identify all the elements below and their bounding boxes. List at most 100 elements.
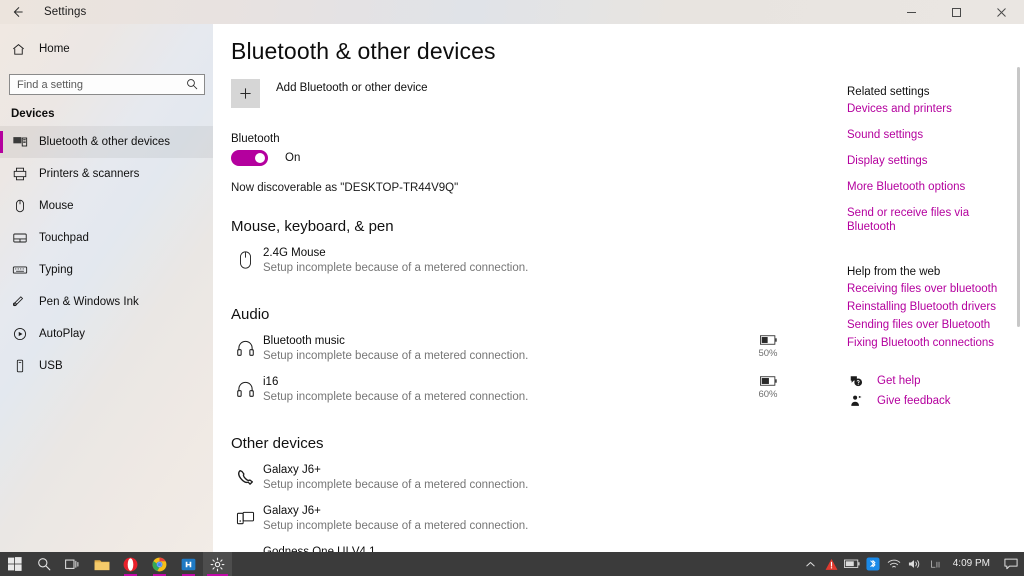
bluetooth-toggle[interactable] [231, 150, 268, 166]
sidebar-item-pen-windows-ink[interactable]: Pen & Windows Ink [0, 286, 213, 318]
add-device-button[interactable]: Add Bluetooth or other device [231, 79, 791, 108]
bluetooth-devices-icon [11, 133, 29, 151]
device-row[interactable]: 2.4G Mouse Setup incomplete because of a… [231, 241, 791, 282]
taskbar-clock[interactable]: 4:09 PM [947, 552, 998, 576]
notification-center-icon[interactable] [998, 552, 1024, 576]
device-row[interactable]: Godness One UI V4.1 Setup incomplete bec… [231, 540, 791, 552]
help-link-reinstalling-drivers[interactable]: Reinstalling Bluetooth drivers [847, 300, 1017, 314]
device-text: Galaxy J6+ Setup incomplete because of a… [263, 504, 791, 534]
wifi-icon[interactable] [884, 552, 905, 576]
sidebar-item-mouse[interactable]: Mouse [0, 190, 213, 222]
input-language-icon[interactable] [926, 552, 947, 576]
task-view-icon[interactable] [58, 552, 87, 576]
bluetooth-toggle-state: On [285, 152, 301, 164]
discoverable-text: Now discoverable as "DESKTOP-TR44V9Q" [231, 182, 459, 194]
battery-icon [759, 376, 777, 386]
sidebar-item-typing[interactable]: Typing [0, 254, 213, 286]
section-heading: Mouse, keyboard, & pen [231, 218, 394, 235]
sidebar-item-label: Pen & Windows Ink [39, 296, 139, 308]
help-question-icon [847, 374, 865, 388]
get-help-label: Get help [877, 375, 921, 387]
related-link-send-receive-files[interactable]: Send or receive files via Bluetooth [847, 206, 1017, 234]
help-link-receiving-files[interactable]: Receiving files over bluetooth [847, 282, 1017, 296]
maximize-button[interactable] [934, 0, 979, 24]
sidebar: Home Devices [0, 24, 213, 576]
device-row[interactable]: Bluetooth music Setup incomplete because… [231, 329, 791, 370]
device-text: Galaxy J6+ Setup incomplete because of a… [263, 463, 791, 493]
related-link-display-settings[interactable]: Display settings [847, 154, 1017, 168]
sidebar-item-label: Typing [39, 264, 73, 276]
device-row[interactable]: Galaxy J6+ Setup incomplete because of a… [231, 458, 791, 499]
close-button[interactable] [979, 0, 1024, 24]
headphones-icon [231, 376, 259, 402]
bluetooth-section-label: Bluetooth [231, 133, 280, 145]
battery-indicator: 60% [745, 376, 791, 400]
usb-icon [11, 357, 29, 375]
help-link-sending-files[interactable]: Sending files over Bluetooth [847, 318, 1017, 332]
device-row[interactable]: Galaxy J6+ Setup incomplete because of a… [231, 499, 791, 540]
sidebar-home-label: Home [39, 43, 70, 55]
sidebar-item-label: Bluetooth & other devices [39, 136, 171, 148]
speaker-icon[interactable] [905, 552, 926, 576]
main-content: Bluetooth & other devices Add Bluetooth … [213, 24, 1024, 552]
printer-icon [11, 165, 29, 183]
folder-icon[interactable] [87, 552, 116, 576]
mouse-icon [231, 247, 259, 273]
search-container [0, 63, 213, 95]
device-status: Setup incomplete because of a metered co… [263, 520, 529, 532]
battery-icon [759, 335, 777, 345]
related-link-more-bluetooth-options[interactable]: More Bluetooth options [847, 180, 1017, 194]
get-help-button[interactable]: Get help [847, 374, 1017, 388]
pen-icon [11, 293, 29, 311]
battery-indicator: 50% [745, 335, 791, 359]
sidebar-item-home[interactable]: Home [0, 35, 213, 63]
help-link-fixing-connections[interactable]: Fixing Bluetooth connections [847, 336, 1017, 350]
device-name: Godness One UI V4.1 [263, 546, 376, 552]
minimize-button[interactable] [889, 0, 934, 24]
sidebar-item-touchpad[interactable]: Touchpad [0, 222, 213, 254]
device-text: i16 Setup incomplete because of a metere… [263, 375, 745, 405]
device-status: Setup incomplete because of a metered co… [263, 262, 529, 274]
bluetooth-toggle-row: On [231, 150, 791, 166]
sidebar-item-label: USB [39, 360, 63, 372]
chevron-up-icon[interactable] [800, 552, 821, 576]
page-title: Bluetooth & other devices [231, 38, 496, 64]
search-icon[interactable] [29, 552, 58, 576]
bluetooth-icon[interactable] [863, 552, 884, 576]
help-from-web-heading: Help from the web [847, 266, 941, 278]
scrollbar-thumb[interactable] [1017, 67, 1020, 327]
give-feedback-label: Give feedback [877, 395, 951, 407]
back-arrow-icon[interactable] [0, 0, 34, 24]
sidebar-item-usb[interactable]: USB [0, 350, 213, 382]
search-box[interactable] [9, 74, 205, 95]
sidebar-item-autoplay[interactable]: AutoPlay [0, 318, 213, 350]
related-settings-panel: Related settings Devices and printers So… [847, 86, 1017, 414]
search-input[interactable] [10, 75, 204, 94]
device-row[interactable]: i16 Setup incomplete because of a metere… [231, 370, 791, 411]
gear-icon[interactable] [203, 552, 232, 576]
battery-icon[interactable] [842, 552, 863, 576]
device-text: 2.4G Mouse Setup incomplete because of a… [263, 246, 791, 276]
sidebar-item-printers-scanners[interactable]: Printers & scanners [0, 158, 213, 190]
related-link-devices-and-printers[interactable]: Devices and printers [847, 102, 1017, 116]
device-name: Galaxy J6+ [263, 464, 321, 476]
keyboard-icon [11, 261, 29, 279]
give-feedback-button[interactable]: Give feedback [847, 394, 1017, 408]
phone-handset-icon [231, 464, 259, 490]
window-title: Settings [44, 6, 87, 18]
system-tray: 4:09 PM [800, 552, 1024, 576]
warning-triangle-icon[interactable] [821, 552, 842, 576]
home-icon [11, 42, 33, 57]
autoplay-icon [11, 325, 29, 343]
section-heading: Audio [231, 306, 270, 323]
app-icon[interactable] [174, 552, 203, 576]
related-link-sound-settings[interactable]: Sound settings [847, 128, 1017, 142]
sidebar-item-bluetooth-other-devices[interactable]: Bluetooth & other devices [0, 126, 213, 158]
start-button[interactable] [0, 552, 29, 576]
vertical-scrollbar[interactable] [1013, 24, 1024, 552]
search-icon[interactable] [185, 77, 198, 90]
phone-link-icon [231, 505, 259, 531]
opera-icon[interactable] [116, 552, 145, 576]
sidebar-item-label: Touchpad [39, 232, 89, 244]
chrome-icon[interactable] [145, 552, 174, 576]
